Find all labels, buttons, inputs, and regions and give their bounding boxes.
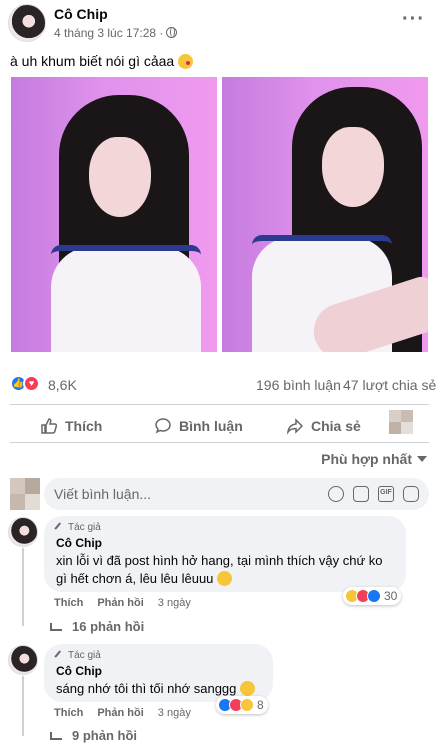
comment-icon [155,418,171,434]
comment-author-avatar[interactable] [8,517,38,547]
pencil-icon [54,649,66,662]
share-count[interactable]: 47 lượt chia sẻ [343,377,436,393]
comment-like-button[interactable]: Thích [54,707,83,719]
comment-reactions[interactable]: 30 [343,587,402,605]
emoji-icon[interactable] [328,486,344,502]
comment-reaction-count: 30 [384,589,398,603]
thread-line [22,676,24,736]
comment-timestamp[interactable]: 3 ngày [158,597,191,609]
post-stats: 👍 ♥ 8,6K 196 bình luận 47 lượt chia sẻ [0,374,439,398]
comment-timestamp[interactable]: 3 ngày [158,707,191,719]
reply-arrow-icon [50,731,62,740]
chevron-down-icon [417,456,427,462]
comment-like-button[interactable]: Thích [54,597,83,609]
more-options-button[interactable]: ··· [402,8,425,31]
like-button[interactable]: Thích [40,415,102,437]
comment-reply-button[interactable]: Phản hồi [97,707,143,719]
view-replies-button[interactable]: 16 phản hồi [50,619,144,634]
pencil-icon [54,521,66,534]
comment-reaction-count: 8 [257,698,264,712]
comment-placeholder: Viết bình luận... [54,486,152,502]
comment-actions: Thích Phản hồi 3 ngày [54,597,191,609]
share-arrow-icon [286,418,304,435]
post-header: Cô Chip 4 tháng 3 lúc 17:28 · ··· [0,0,439,46]
kissing-emoji-icon [178,54,194,69]
comment-reactions[interactable]: 8 [216,696,268,714]
author-name[interactable]: Cô Chip [54,6,108,22]
comment-button[interactable]: Bình luận [154,415,243,437]
author-badge: Tác giả [54,521,394,534]
love-reaction-icon: ♥ [23,375,40,392]
author-badge: Tác giả [54,649,261,662]
camera-icon[interactable] [353,486,369,502]
reply-arrow-icon [50,622,62,631]
haha-reaction-icon [240,698,254,712]
author-avatar[interactable] [8,4,46,42]
reaction-icons[interactable]: 👍 ♥ [10,375,44,393]
comment-count[interactable]: 196 bình luận [256,377,341,393]
comment-bubble: Tác giả Cô Chip xin lỗi vì đã post hình … [44,516,406,592]
comment-author-name[interactable]: Cô Chip [56,536,394,550]
divider [10,404,429,405]
post-photo-1[interactable] [11,77,217,352]
post-photo-2[interactable] [222,77,428,352]
comment-input[interactable]: Viết bình luận... GIF [44,478,429,510]
post-timestamp[interactable]: 4 tháng 3 lúc 17:28 · [54,26,178,40]
comment-author-name[interactable]: Cô Chip [56,664,261,678]
comment-reply-button[interactable]: Phản hồi [97,597,143,609]
view-replies-button[interactable]: 9 phản hồi [50,728,137,743]
divider [10,442,429,443]
globe-icon [166,27,178,38]
share-button[interactable]: Chia sẻ [286,415,361,437]
grinning-emoji-icon [217,571,233,586]
like-reaction-icon [367,589,381,603]
comment-text: xin lỗi vì đã post hình hở hang, tại mìn… [56,553,383,586]
grinning-emoji-icon [240,681,256,696]
comment-author-avatar[interactable] [8,645,38,675]
comment-actions: Thích Phản hồi 3 ngày [54,707,191,719]
gif-icon[interactable]: GIF [378,486,394,502]
sticker-icon[interactable] [403,486,419,502]
reaction-count[interactable]: 8,6K [48,377,77,393]
comment-bubble: Tác giả Cô Chip sáng nhớ tôi thì tối nhớ… [44,644,273,702]
thumbs-up-icon [41,418,58,434]
thread-line [22,548,24,626]
comment-sort-dropdown[interactable]: Phù hợp nhất [321,451,427,467]
post-text: à uh khum biết nói gì cảaa [10,53,194,69]
